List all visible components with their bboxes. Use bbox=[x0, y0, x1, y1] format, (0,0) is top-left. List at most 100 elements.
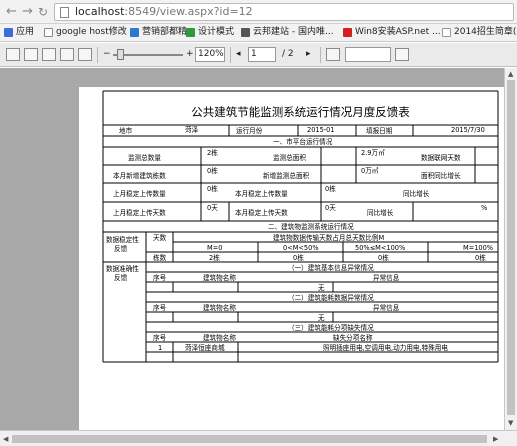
building-name-header: 建筑物名称 bbox=[203, 304, 236, 312]
count-m2: 0栋 bbox=[378, 254, 389, 262]
report-viewport[interactable]: 公共建筑节能监测系统运行情况月度反馈表 地市 菏泽 运行月份 2015-01 填… bbox=[0, 68, 504, 430]
row-missing-items: 照明插座用电,空调用电,动力用电,特殊用电 bbox=[323, 344, 448, 352]
basic-info-subheading: （一）建筑基本信息异常情况 bbox=[288, 264, 374, 272]
accuracy-label-line1: 数据准确性 bbox=[106, 265, 139, 273]
count-m3: 0栋 bbox=[475, 254, 486, 262]
prev-page-icon[interactable]: ◂ bbox=[236, 49, 241, 59]
month-value: 2015-01 bbox=[307, 126, 335, 134]
last-upload-qty-value: 0栋 bbox=[207, 185, 218, 193]
monitor-area-value: 2.9万㎡ bbox=[361, 149, 385, 157]
fill-date-value: 2015/7/30 bbox=[451, 126, 485, 134]
new-buildings-value: 0栋 bbox=[207, 167, 218, 175]
area-yoy-label: 面积同比增长 bbox=[421, 172, 461, 180]
single-page-icon[interactable] bbox=[6, 48, 20, 61]
ratio-m3: M=100% bbox=[463, 244, 494, 252]
bookmark-yunbang[interactable]: 云邦建站 - 国内唯... bbox=[241, 24, 334, 41]
page-icon bbox=[60, 7, 69, 18]
empty-note: 无 bbox=[318, 284, 325, 292]
site-icon bbox=[186, 28, 195, 37]
toolbar-divider bbox=[230, 47, 231, 63]
zoom-level-field[interactable]: 120% bbox=[195, 47, 225, 62]
empty-note: 无 bbox=[318, 314, 325, 322]
ratio-m0: M=0 bbox=[207, 244, 223, 252]
row-number: 1 bbox=[158, 344, 163, 352]
city-value: 菏泽 bbox=[185, 126, 199, 134]
accuracy-label-line2: 反馈 bbox=[114, 274, 128, 282]
url-host: localhost bbox=[75, 5, 125, 18]
bookmark-design-patterns[interactable]: 设计模式 bbox=[186, 24, 234, 41]
buildings-count-label: 栋数 bbox=[153, 254, 167, 262]
actual-size-icon[interactable] bbox=[78, 48, 92, 61]
ratio-m1: 0<M<50% bbox=[283, 244, 319, 252]
bookmark-admissions[interactable]: 2014招生简章(江苏 bbox=[442, 24, 517, 41]
scroll-down-icon[interactable]: ▼ bbox=[508, 419, 513, 427]
zoom-in-icon[interactable]: + bbox=[186, 49, 194, 59]
this-upload-qty-label: 本月稳定上传数量 bbox=[235, 190, 288, 198]
new-buildings-label: 本月新增建筑栋数 bbox=[113, 172, 166, 180]
horizontal-scrollbar[interactable]: ◀ ▶ bbox=[0, 430, 517, 446]
horizontal-scroll-thumb[interactable] bbox=[12, 435, 487, 443]
fit-page-icon[interactable] bbox=[60, 48, 74, 61]
url-path: :8549/view.aspx?id=12 bbox=[124, 5, 253, 18]
next-page-icon[interactable]: ▸ bbox=[306, 49, 311, 59]
fill-date-label: 填报日期 bbox=[366, 127, 393, 135]
url-input[interactable]: localhost:8549/view.aspx?id=12 bbox=[54, 3, 514, 21]
yoy-upload-qty-label: 同比增长 bbox=[403, 190, 430, 198]
ratio-m2: 50%≤M<100% bbox=[355, 244, 406, 252]
two-page-icon[interactable] bbox=[24, 48, 38, 61]
abnormal-info-header: 异常信息 bbox=[373, 274, 400, 282]
forward-icon[interactable]: → bbox=[22, 4, 33, 20]
site-icon bbox=[343, 28, 352, 37]
zoom-slider-handle[interactable] bbox=[117, 49, 124, 60]
yoy-upload-days-label: 同比增长 bbox=[367, 209, 394, 217]
file-icon bbox=[442, 28, 451, 37]
page-number-input[interactable]: 1 bbox=[248, 47, 276, 62]
report-page: 公共建筑节能监测系统运行情况月度反馈表 地市 菏泽 运行月份 2015-01 填… bbox=[79, 87, 504, 430]
search-icon[interactable] bbox=[395, 48, 409, 61]
bookmark-apps[interactable]: 应用 bbox=[4, 24, 34, 41]
reload-icon[interactable]: ↻ bbox=[38, 4, 48, 20]
bookmark-win8-asp[interactable]: Win8安装ASP.net ... bbox=[343, 24, 441, 41]
toolbar-divider bbox=[97, 47, 98, 63]
viewer-toolbar: − + 120% ◂ 1 / 2 ▸ bbox=[0, 43, 517, 67]
days-label: 天数 bbox=[153, 234, 167, 242]
networked-days-label: 数据联网天数 bbox=[421, 154, 461, 162]
scroll-right-icon[interactable]: ▶ bbox=[493, 435, 498, 443]
month-label: 运行月份 bbox=[236, 127, 263, 135]
this-upload-days-value: 0天 bbox=[325, 204, 336, 212]
apps-icon bbox=[4, 28, 13, 37]
missing-items-subheading: （三）建筑能耗分项缺失情况 bbox=[288, 324, 374, 332]
vertical-scroll-thumb[interactable] bbox=[507, 80, 515, 415]
back-icon[interactable]: ← bbox=[6, 4, 17, 20]
scroll-up-icon[interactable]: ▲ bbox=[508, 70, 513, 78]
file-icon bbox=[44, 28, 53, 37]
hand-tool-icon[interactable] bbox=[326, 48, 340, 61]
vertical-scrollbar[interactable]: ▲ ▼ bbox=[504, 68, 517, 430]
count-m0: 2栋 bbox=[209, 254, 220, 262]
toolbar-divider bbox=[320, 47, 321, 63]
page-total: / 2 bbox=[282, 49, 294, 59]
bookmarks-bar: 应用 google host修改 营销部都精 设计模式 云邦建站 - 国内唯..… bbox=[0, 24, 517, 42]
ratio-header: 建筑物数据传输天数占月总天数比例M bbox=[273, 234, 385, 242]
new-area-label: 新增监测总面积 bbox=[263, 172, 310, 180]
abnormal-info-header: 异常信息 bbox=[373, 304, 400, 312]
scroll-left-icon[interactable]: ◀ bbox=[3, 435, 8, 443]
zoom-out-icon[interactable]: − bbox=[103, 49, 111, 59]
bookmark-marketing[interactable]: 营销部都精 bbox=[130, 24, 187, 41]
last-upload-days-label: 上月稳定上传天数 bbox=[113, 209, 166, 217]
monitor-total-label: 监测总数量 bbox=[128, 154, 161, 162]
seq-header: 序号 bbox=[153, 304, 167, 312]
this-upload-days-label: 本月稳定上传天数 bbox=[235, 209, 288, 217]
section-platform-heading: 一、市平台运行情况 bbox=[273, 138, 333, 146]
yoy-upload-days-value: % bbox=[481, 204, 488, 212]
bookmark-google-host[interactable]: google host修改 bbox=[44, 24, 127, 41]
row-building-name: 菏泽恒座商城 bbox=[185, 344, 225, 352]
fit-width-icon[interactable] bbox=[42, 48, 56, 61]
seq-header: 序号 bbox=[153, 334, 167, 342]
search-input[interactable] bbox=[345, 47, 391, 62]
building-name-header: 建筑物名称 bbox=[203, 334, 236, 342]
energy-data-subheading: （二）建筑能耗数据异常情况 bbox=[288, 294, 374, 302]
monitor-total-value: 2栋 bbox=[207, 149, 218, 157]
section-buildings-heading: 二、建筑物监测系统运行情况 bbox=[268, 223, 354, 231]
new-area-value: 0万㎡ bbox=[361, 167, 379, 175]
